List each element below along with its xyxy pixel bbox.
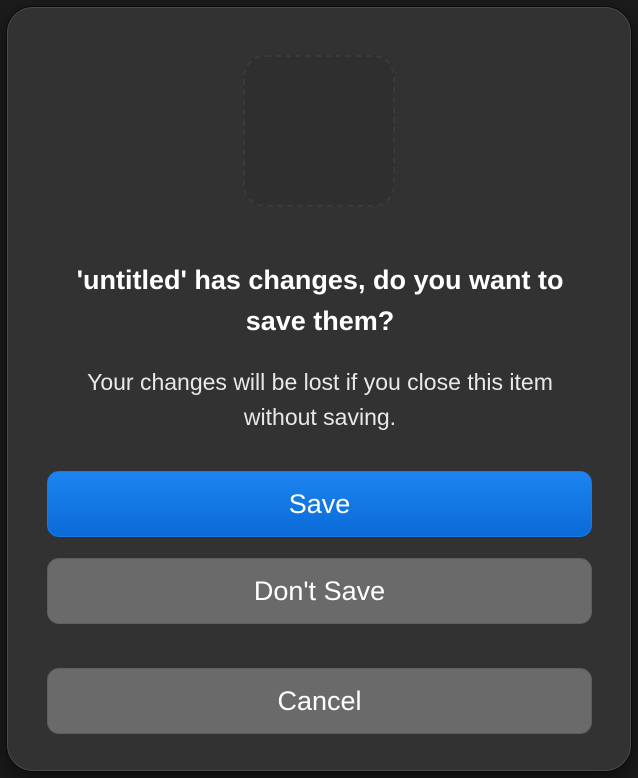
dont-save-button[interactable]: Don't Save	[47, 558, 592, 624]
save-button[interactable]: Save	[47, 471, 592, 537]
dialog-message: Your changes will be lost if you close t…	[87, 369, 553, 430]
save-changes-dialog: 'untitled' has changes, do you want to s…	[7, 7, 631, 771]
screen: 'untitled' has changes, do you want to s…	[0, 0, 638, 778]
cancel-button[interactable]: Cancel	[47, 668, 592, 734]
app-icon	[243, 55, 395, 207]
dialog-title: 'untitled' has changes, do you want to s…	[76, 265, 564, 336]
